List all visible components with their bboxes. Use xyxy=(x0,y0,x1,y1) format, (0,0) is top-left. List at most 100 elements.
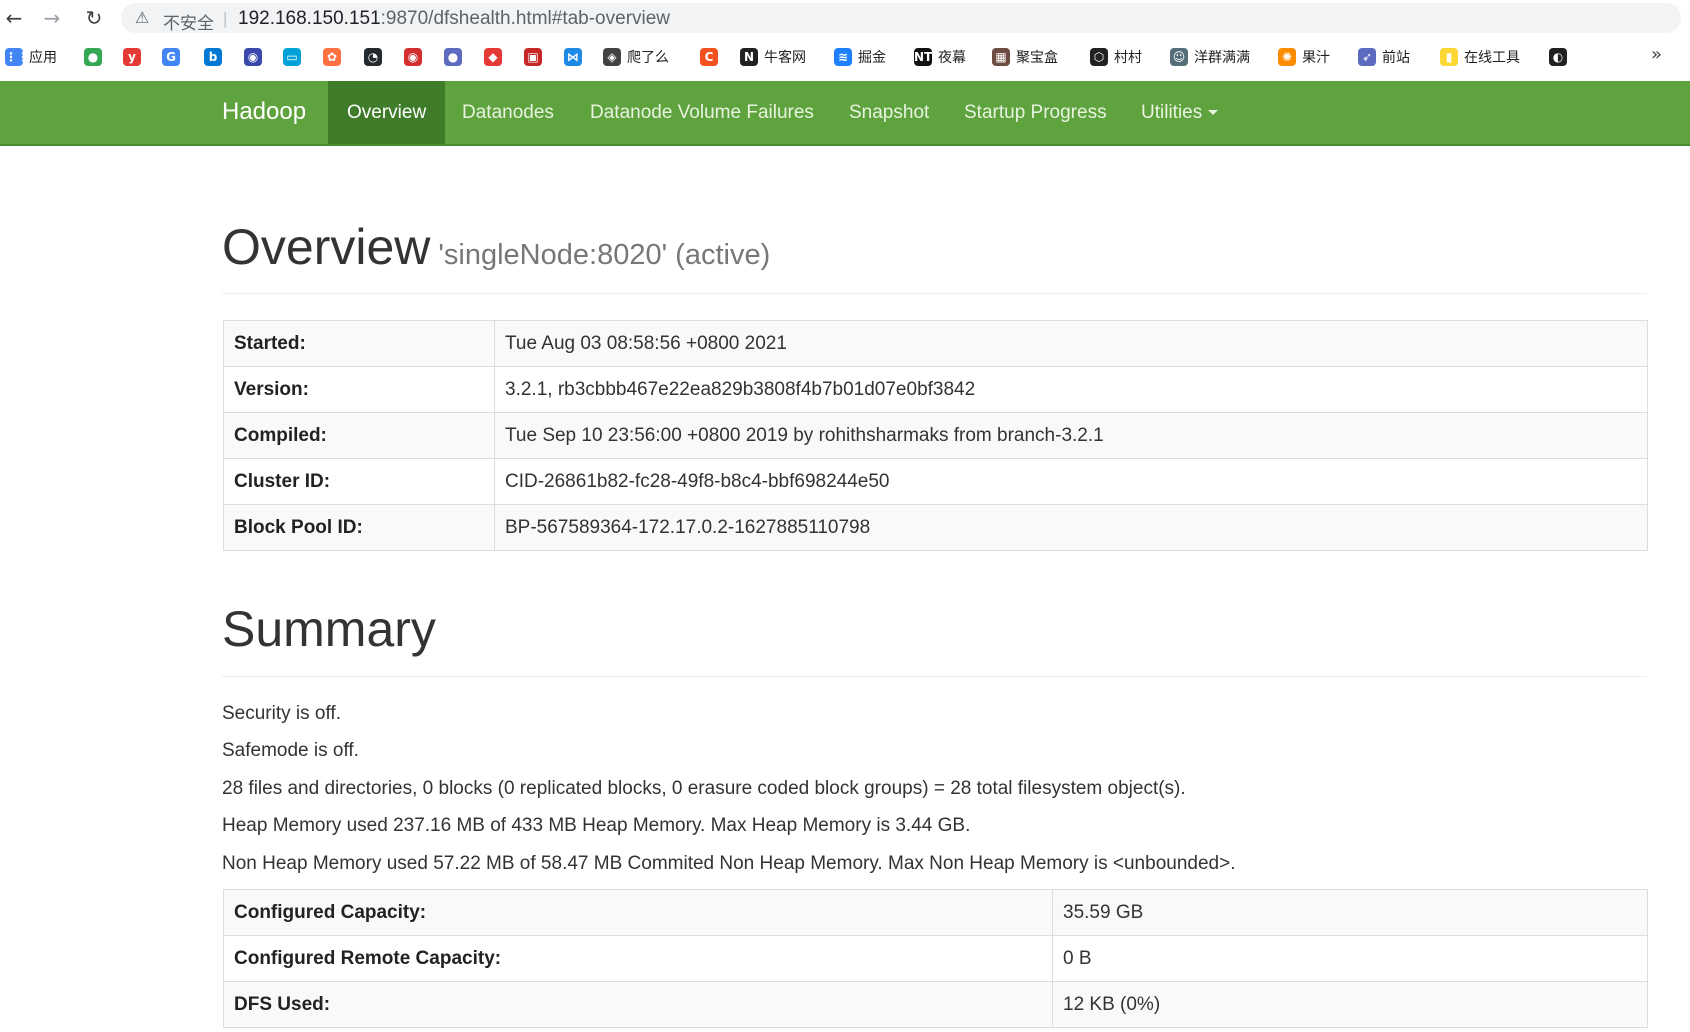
layers-icon: ◈ xyxy=(603,48,621,66)
orange-icon: ✺ xyxy=(1278,48,1296,66)
tab-utilities-label: Utilities xyxy=(1141,102,1203,123)
overview-value: Tue Sep 10 23:56:00 +0800 2019 by rohith… xyxy=(494,412,1648,459)
bookmark-label: 牛客网 xyxy=(764,50,806,66)
overview-value: Tue Aug 03 08:58:56 +0800 2021 xyxy=(494,320,1648,367)
table-row: Compiled: Tue Sep 10 23:56:00 +0800 2019 … xyxy=(223,412,1648,459)
table-row: Block Pool ID: BP-567589364-172.17.0.2-16… xyxy=(223,504,1648,551)
overview-title: Overview xyxy=(222,219,431,275)
tab-datanodes[interactable]: Datanodes xyxy=(462,81,554,144)
bookmark-item[interactable]: ✿ xyxy=(323,46,341,68)
bookmark-item[interactable]: ◈ 爬了么 xyxy=(603,46,669,68)
insecure-label: 不安全 xyxy=(163,14,214,34)
hadoop-navbar: Hadoop Overview Datanodes Datanode Volum… xyxy=(0,81,1690,146)
bookmark-item[interactable]: NT 夜幕 xyxy=(914,46,966,68)
app-icon: ✿ xyxy=(323,48,341,66)
seal-icon: ▣ xyxy=(524,48,542,66)
fish-icon: ◆ xyxy=(484,48,502,66)
nt-icon: NT xyxy=(914,48,933,66)
bookmark-label: 果汁 xyxy=(1302,50,1330,66)
bookmark-label: 村村 xyxy=(1114,50,1142,66)
bookmark-label: 爬了么 xyxy=(627,50,669,66)
summary-value: 0 B xyxy=(1052,935,1648,982)
bookmark-label: 应用 xyxy=(29,50,57,66)
translate-icon: G xyxy=(162,48,180,66)
summary-value: 12 KB (0%) xyxy=(1052,981,1648,1028)
brand-link[interactable]: Hadoop xyxy=(222,98,306,126)
summary-table: Configured Capacity: 35.59 GB Configured R… xyxy=(223,889,1648,1028)
bookmark-item[interactable]: ▭ xyxy=(283,46,301,68)
bookmark-item[interactable]: ● xyxy=(84,46,102,68)
reload-icon[interactable]: ↻ xyxy=(82,6,106,30)
browser-toolbar: ← → ↻ ⚠ 不安全 | 192.168.150.151:9870/dfshe… xyxy=(0,0,1690,36)
bookmark-item[interactable]: ◆ xyxy=(484,46,502,68)
summary-line: Non Heap Memory used 57.22 MB of 58.47 M… xyxy=(222,853,1236,874)
bookmark-item[interactable]: ▣ xyxy=(524,46,542,68)
back-arrow-icon[interactable]: ← xyxy=(2,6,26,30)
bookmark-item[interactable]: C xyxy=(700,46,718,68)
overview-key: Compiled: xyxy=(223,412,495,459)
warning-icon: ⚠ xyxy=(135,8,150,27)
globe-icon: ◉ xyxy=(244,48,262,66)
table-row: Configured Capacity: 35.59 GB xyxy=(223,889,1648,936)
summary-value: 35.59 GB xyxy=(1052,889,1648,936)
overview-key: Block Pool ID: xyxy=(223,504,495,551)
bookmark-item[interactable]: ✺ 果汁 xyxy=(1278,46,1330,68)
juejin-icon: ≋ xyxy=(834,48,852,66)
summary-key: Configured Remote Capacity: xyxy=(223,935,1053,982)
tab-startup-progress[interactable]: Startup Progress xyxy=(964,81,1107,144)
bookmarks-bar: ⋮⋮ 应用 ● y Gb ◉ ▭ ✿ ◔ ◉ ● ◆ ▣ ⋈ ◈ 爬了么 C N 牛客网 ≋ 掘金 NT 夜幕 ▦ 聚宝盒 ⬡ 村村… xyxy=(0,40,1690,74)
c-icon: C xyxy=(700,48,718,66)
summary-line: Heap Memory used 237.16 MB of 433 MB Hea… xyxy=(222,815,971,836)
overview-value: 3.2.1, rb3cbbb467e22ea829b3808f4b7b01d07… xyxy=(494,366,1648,413)
bookmark-item[interactable]: ⋮⋮ 应用 xyxy=(5,46,57,68)
bookmark-label: 前站 xyxy=(1382,50,1410,66)
bookmark-item[interactable]: ◔ xyxy=(364,46,382,68)
bookmark-item[interactable]: G xyxy=(162,46,180,68)
more-bookmarks-button[interactable]: » xyxy=(1651,44,1662,65)
summary-title: Summary xyxy=(222,601,436,657)
url-text[interactable]: 192.168.150.151:9870/dfshealth.html#tab-… xyxy=(238,8,670,30)
bookmark-item[interactable]: b xyxy=(204,46,222,68)
bookmark-label: 掘金 xyxy=(858,50,886,66)
tab-utilities[interactable]: Utilities xyxy=(1141,81,1219,144)
bilibili-icon: ▭ xyxy=(283,48,301,66)
overview-heading: Overview'singleNode:8020' (active) xyxy=(222,218,770,276)
bookmark-item[interactable]: ▮ 在线工具 xyxy=(1440,46,1520,68)
y-icon: y xyxy=(123,48,141,66)
bookmark-label: 洋群满满 xyxy=(1194,50,1250,66)
bookmark-label: 夜幕 xyxy=(938,50,966,66)
bookmark-item[interactable]: ⬡ 村村 xyxy=(1090,46,1142,68)
overview-table: Started: Tue Aug 03 08:58:56 +0800 2021 Ve… xyxy=(223,320,1648,551)
tab-snapshot[interactable]: Snapshot xyxy=(849,81,929,144)
tab-datanode-volume-failures[interactable]: Datanode Volume Failures xyxy=(590,81,814,144)
bing-icon: b xyxy=(204,48,222,66)
tab-overview[interactable]: Overview xyxy=(328,81,446,144)
bookmark-item[interactable]: y xyxy=(123,46,141,68)
bookmark-item[interactable]: ▦ 聚宝盒 xyxy=(992,46,1058,68)
bookmark-label: 聚宝盒 xyxy=(1016,50,1058,66)
bookmark-item[interactable]: ◐ xyxy=(1549,46,1567,68)
bookmark-item[interactable]: ◉ xyxy=(404,46,422,68)
bookmark-item[interactable]: ≋ 掘金 xyxy=(834,46,886,68)
overview-value: CID-26861b82-fc28-49f8-b8c4-bbf698244e50 xyxy=(494,458,1648,505)
circle-red-icon: ◉ xyxy=(404,48,422,66)
bookmark-item[interactable]: ➶ 前站 xyxy=(1358,46,1410,68)
overview-value: BP-567589364-172.17.0.2-1627885110798 xyxy=(494,504,1648,551)
url-host: 192.168.150.151 xyxy=(238,8,381,29)
forward-arrow-icon[interactable]: → xyxy=(40,6,64,30)
table-row: Cluster ID: CID-26861b82-fc28-49f8-b8c4-b… xyxy=(223,458,1648,505)
bookmark-item[interactable]: ⋈ xyxy=(564,46,582,68)
table-row: DFS Used: 12 KB (0%) xyxy=(223,981,1648,1028)
bookmark-item[interactable]: ● xyxy=(444,46,462,68)
address-bar[interactable]: ⚠ 不安全 | 192.168.150.151:9870/dfshealth.h… xyxy=(121,3,1681,34)
caret-down-icon xyxy=(1208,110,1219,116)
url-path: :9870/dfshealth.html#tab-overview xyxy=(380,8,671,29)
summary-line: 28 files and directories, 0 blocks (0 re… xyxy=(222,778,1186,799)
bookmark-item[interactable]: N 牛客网 xyxy=(740,46,806,68)
summary-line: Security is off. xyxy=(222,703,341,724)
circle-blue-icon: ● xyxy=(444,48,462,66)
divider xyxy=(222,676,1647,677)
bookmark-item[interactable]: ◉ xyxy=(244,46,262,68)
maps-pin-icon: ● xyxy=(84,48,102,66)
bookmark-item[interactable]: ☺ 洋群满满 xyxy=(1170,46,1250,68)
